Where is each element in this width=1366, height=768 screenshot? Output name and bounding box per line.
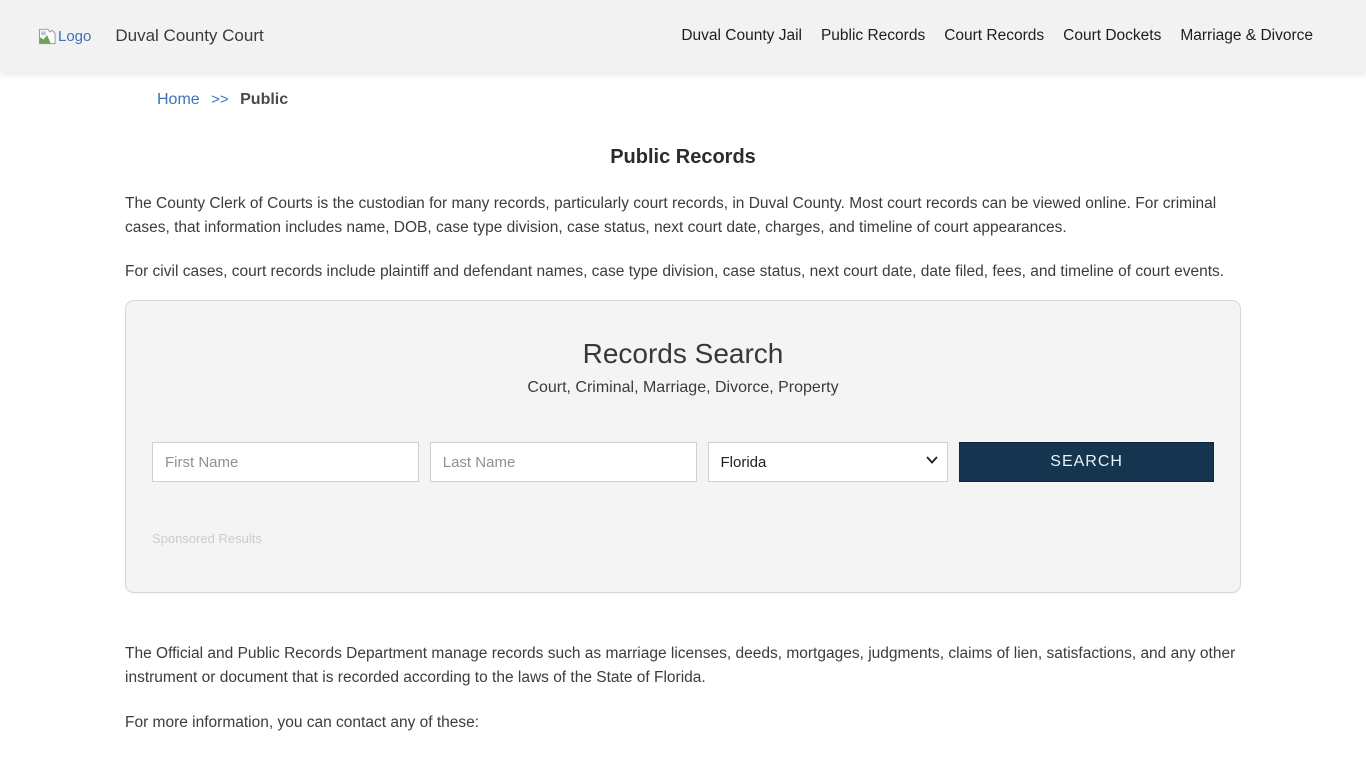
broken-image-icon (38, 28, 57, 45)
intro-paragraph-civil: For civil cases, court records include p… (125, 260, 1241, 284)
logo-alt-text: Logo (58, 28, 91, 45)
state-select[interactable]: Florida (708, 442, 949, 482)
nav-public-records[interactable]: Public Records (821, 27, 925, 45)
sponsored-results-label: Sponsored Results (152, 531, 1214, 546)
search-panel-title: Records Search (152, 338, 1214, 370)
nav-marriage-divorce[interactable]: Marriage & Divorce (1180, 27, 1313, 45)
site-title: Duval County Court (115, 26, 263, 46)
breadcrumb-separator: >> (211, 91, 229, 108)
last-name-input[interactable] (430, 442, 697, 482)
search-button[interactable]: SEARCH (959, 442, 1214, 482)
intro-paragraph-criminal: The County Clerk of Courts is the custod… (125, 192, 1241, 240)
nav-duval-county-jail[interactable]: Duval County Jail (681, 27, 802, 45)
main-content: Home >> Public Public Records The County… (125, 91, 1241, 735)
nav-court-dockets[interactable]: Court Dockets (1063, 27, 1161, 45)
records-department-paragraph: The Official and Public Records Departme… (125, 642, 1241, 690)
breadcrumb-home-link[interactable]: Home (157, 91, 200, 108)
records-search-form: Florida SEARCH (152, 442, 1214, 482)
page-title: Public Records (125, 146, 1241, 169)
breadcrumb: Home >> Public (157, 91, 1241, 109)
header: Logo Duval County Court Duval County Jai… (0, 0, 1366, 72)
nav-court-records[interactable]: Court Records (944, 27, 1044, 45)
state-select-wrap: Florida (708, 442, 949, 482)
records-search-panel: Records Search Court, Criminal, Marriage… (125, 300, 1241, 593)
breadcrumb-current: Public (240, 91, 288, 108)
search-panel-subtitle: Court, Criminal, Marriage, Divorce, Prop… (152, 379, 1214, 397)
first-name-input[interactable] (152, 442, 419, 482)
contact-info-paragraph: For more information, you can contact an… (125, 711, 1241, 735)
brand: Logo Duval County Court (38, 26, 264, 46)
logo-link[interactable]: Logo (38, 28, 91, 45)
main-nav: Duval County Jail Public Records Court R… (681, 27, 1313, 45)
